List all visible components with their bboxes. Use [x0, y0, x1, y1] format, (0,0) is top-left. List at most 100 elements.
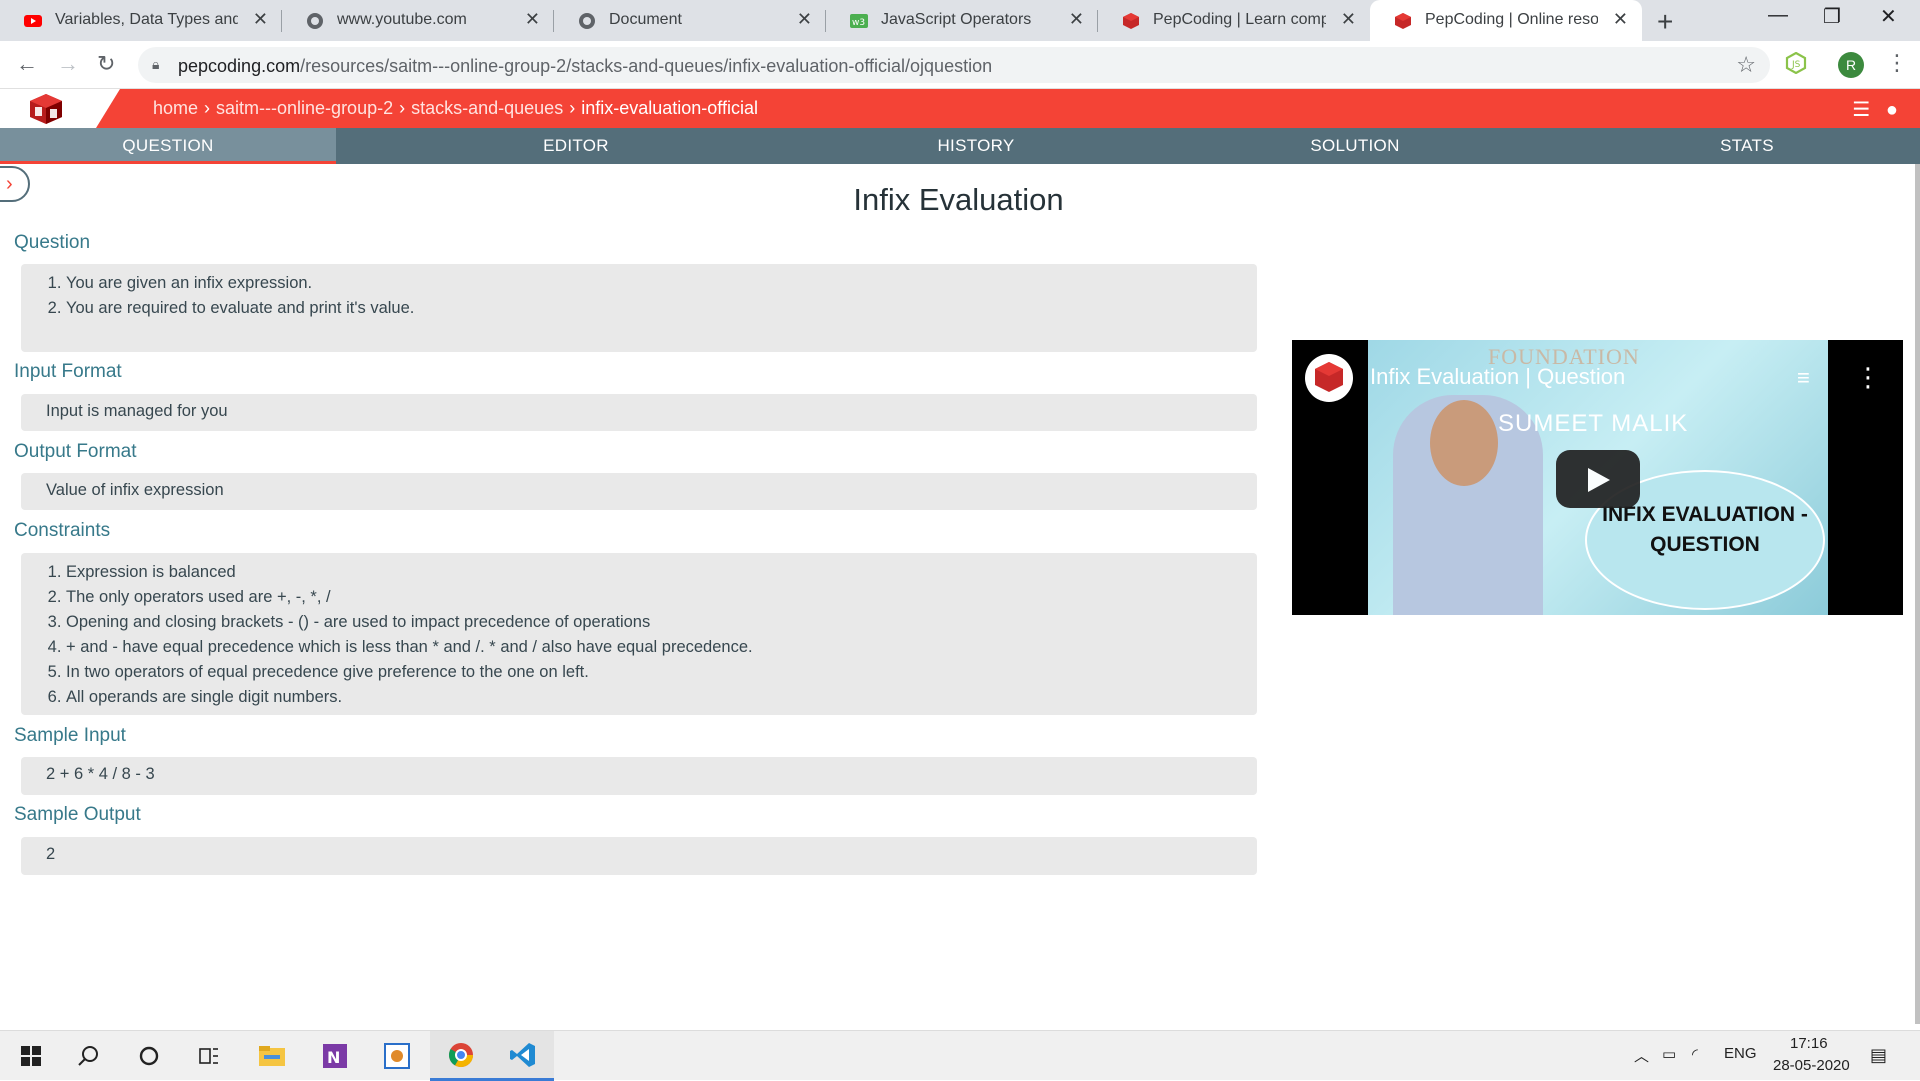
tab-stats[interactable]: STATS — [1574, 128, 1920, 164]
breadcrumb: home › saitm---online-group-2 › stacks-and-q… — [153, 98, 758, 119]
forward-arrow-icon[interactable]: → — [57, 51, 79, 77]
tab-title: PepCoding | Learn competiti — [1153, 11, 1326, 28]
breadcrumb-item-current[interactable]: infix-evaluation-official — [581, 98, 758, 118]
playlist-icon[interactable]: ≡ — [1797, 365, 1810, 391]
user-icon[interactable]: ● — [1886, 99, 1898, 121]
input-format-box: Input is managed for you — [21, 394, 1257, 431]
battery-icon[interactable]: ▭ — [1662, 1045, 1676, 1063]
clock-time[interactable]: 17:16 — [1790, 1035, 1828, 1052]
language-indicator[interactable]: ENG — [1724, 1045, 1757, 1062]
breadcrumb-item[interactable]: saitm---online-group-2 — [216, 98, 393, 118]
question-list: You are given an infix expression. You a… — [21, 264, 1257, 321]
pepcoding-logo[interactable] — [28, 93, 64, 125]
list-menu-icon[interactable]: ☰ — [1852, 99, 1870, 121]
tab-title: Variables, Data Types and Op — [55, 11, 238, 28]
close-tab-icon[interactable]: ✕ — [1341, 9, 1356, 30]
globe-icon — [579, 13, 595, 29]
browser-menu-icon[interactable]: ⋮ — [1886, 50, 1908, 76]
svg-text:N: N — [327, 1048, 340, 1067]
bookmark-star-icon[interactable]: ☆ — [1736, 52, 1756, 78]
sample-input-box: 2 + 6 * 4 / 8 - 3 — [21, 757, 1257, 795]
restore-icon[interactable]: ❐ — [1823, 4, 1841, 29]
list-item: All operands are single digit numbers. — [66, 685, 1257, 710]
url-text[interactable]: pepcoding.com/resources/saitm---online-g… — [178, 56, 992, 77]
sample-output-box: 2 — [21, 837, 1257, 875]
tab-title: JavaScript Operators — [881, 11, 1032, 28]
logo-area — [0, 89, 120, 128]
close-tab-icon[interactable]: ✕ — [1069, 9, 1084, 30]
reload-icon[interactable]: ↻ — [97, 51, 115, 77]
close-tab-icon[interactable]: ✕ — [797, 9, 812, 30]
chevron-up-icon[interactable]: ︿ — [1634, 1045, 1649, 1066]
constraints-box: Expression is balanced The only operator… — [21, 553, 1257, 715]
onenote-icon[interactable]: N — [304, 1031, 366, 1081]
browser-tab[interactable]: www.youtube.com ✕ — [282, 0, 554, 41]
list-item: The only operators used are +, -, *, / — [66, 585, 1257, 610]
notification-icon[interactable]: ▤ — [1870, 1045, 1887, 1066]
browser-tab[interactable]: w3 JavaScript Operators ✕ — [826, 0, 1098, 41]
breadcrumb-item[interactable]: stacks-and-queues — [411, 98, 563, 118]
page-scrollbar[interactable] — [1915, 164, 1920, 1024]
w3schools-icon: w3 — [850, 14, 868, 28]
search-icon[interactable] — [58, 1031, 120, 1081]
sample-input-text: 2 + 6 * 4 / 8 - 3 — [46, 765, 155, 783]
presenter-name: SUMEET MALIK — [1498, 410, 1689, 437]
output-format-heading: Output Format — [14, 441, 137, 462]
browser-tab-active[interactable]: PepCoding | Online resource ✕ — [1370, 0, 1642, 41]
site-header: home › saitm---online-group-2 › stacks-and-q… — [0, 89, 1920, 128]
constraints-heading: Constraints — [14, 520, 111, 541]
tab-editor[interactable]: EDITOR — [336, 128, 816, 164]
extension-icon[interactable]: JS — [1785, 52, 1807, 74]
close-tab-icon[interactable]: ✕ — [253, 9, 268, 30]
input-format-heading: Input Format — [14, 361, 122, 382]
back-arrow-icon[interactable]: ← — [16, 51, 38, 77]
list-item: Opening and closing brackets - () - are … — [66, 610, 1257, 635]
header-icons: ☰ ● — [1852, 97, 1898, 122]
video-menu-icon[interactable]: ⋮ — [1855, 362, 1881, 393]
pepcoding-icon — [1395, 13, 1411, 29]
page-title: Infix Evaluation — [853, 182, 1064, 217]
browser-toolbar: ← → ↻ 🔒︎ pepcoding.com/resources/saitm--… — [0, 41, 1920, 89]
windows-start-icon[interactable] — [0, 1031, 62, 1081]
new-tab-button[interactable]: + — [1657, 6, 1673, 38]
lock-icon[interactable]: 🔒︎ — [152, 56, 159, 73]
browser-tab[interactable]: Document ✕ — [554, 0, 826, 41]
snipping-tool-icon[interactable] — [366, 1031, 428, 1081]
cortana-icon[interactable] — [118, 1031, 180, 1081]
tab-question[interactable]: QUESTION — [0, 128, 336, 164]
wifi-icon[interactable]: ◜ — [1692, 1045, 1698, 1063]
presenter-head — [1430, 400, 1498, 486]
browser-tab-strip: Variables, Data Types and Op ✕ www.youtu… — [0, 0, 1920, 41]
play-button[interactable] — [1556, 450, 1640, 508]
minimize-icon[interactable]: — — [1768, 4, 1788, 27]
tab-title: www.youtube.com — [337, 11, 467, 28]
browser-tab[interactable]: PepCoding | Learn competiti ✕ — [1098, 0, 1370, 41]
tab-title: PepCoding | Online resource — [1425, 11, 1598, 28]
tab-solution[interactable]: SOLUTION — [1136, 128, 1574, 164]
task-view-icon[interactable] — [178, 1031, 240, 1081]
chevron-right-icon: › — [204, 98, 211, 118]
url-path: /resources/saitm---online-group-2/stacks… — [300, 56, 993, 76]
close-tab-icon[interactable]: ✕ — [1613, 9, 1628, 30]
input-format-text: Input is managed for you — [46, 402, 228, 420]
window-close-icon[interactable]: ✕ — [1880, 4, 1897, 29]
video-title[interactable]: Infix Evaluation | Question — [1370, 364, 1625, 390]
taskbar: N ︿ ▭ ◜ ENG 17:16 28-05-2020 ▤ — [0, 1030, 1920, 1081]
address-bar[interactable]: 🔒︎ pepcoding.com/resources/saitm---onlin… — [138, 47, 1770, 83]
breadcrumb-item[interactable]: home — [153, 98, 198, 118]
video-player[interactable]: FOUNDATION SUMEET MALIK INFIX EVALUATION… — [1292, 340, 1903, 615]
profile-avatar[interactable]: R — [1838, 52, 1864, 78]
problem-tabs: QUESTION EDITOR HISTORY SOLUTION STATS — [0, 128, 1920, 164]
tab-history[interactable]: HISTORY — [816, 128, 1136, 164]
pepcoding-icon — [1123, 13, 1139, 29]
chrome-icon[interactable] — [430, 1031, 492, 1081]
vscode-icon[interactable] — [492, 1031, 554, 1081]
clock-date[interactable]: 28-05-2020 — [1773, 1057, 1850, 1074]
close-tab-icon[interactable]: ✕ — [525, 9, 540, 30]
svg-text:JS: JS — [1791, 60, 1801, 70]
list-item: + and - have equal precedence which is l… — [66, 635, 1257, 660]
channel-avatar[interactable] — [1305, 354, 1353, 402]
file-explorer-icon[interactable] — [241, 1031, 303, 1081]
browser-tab[interactable]: Variables, Data Types and Op ✕ — [0, 0, 282, 41]
output-format-box: Value of infix expression — [21, 473, 1257, 510]
